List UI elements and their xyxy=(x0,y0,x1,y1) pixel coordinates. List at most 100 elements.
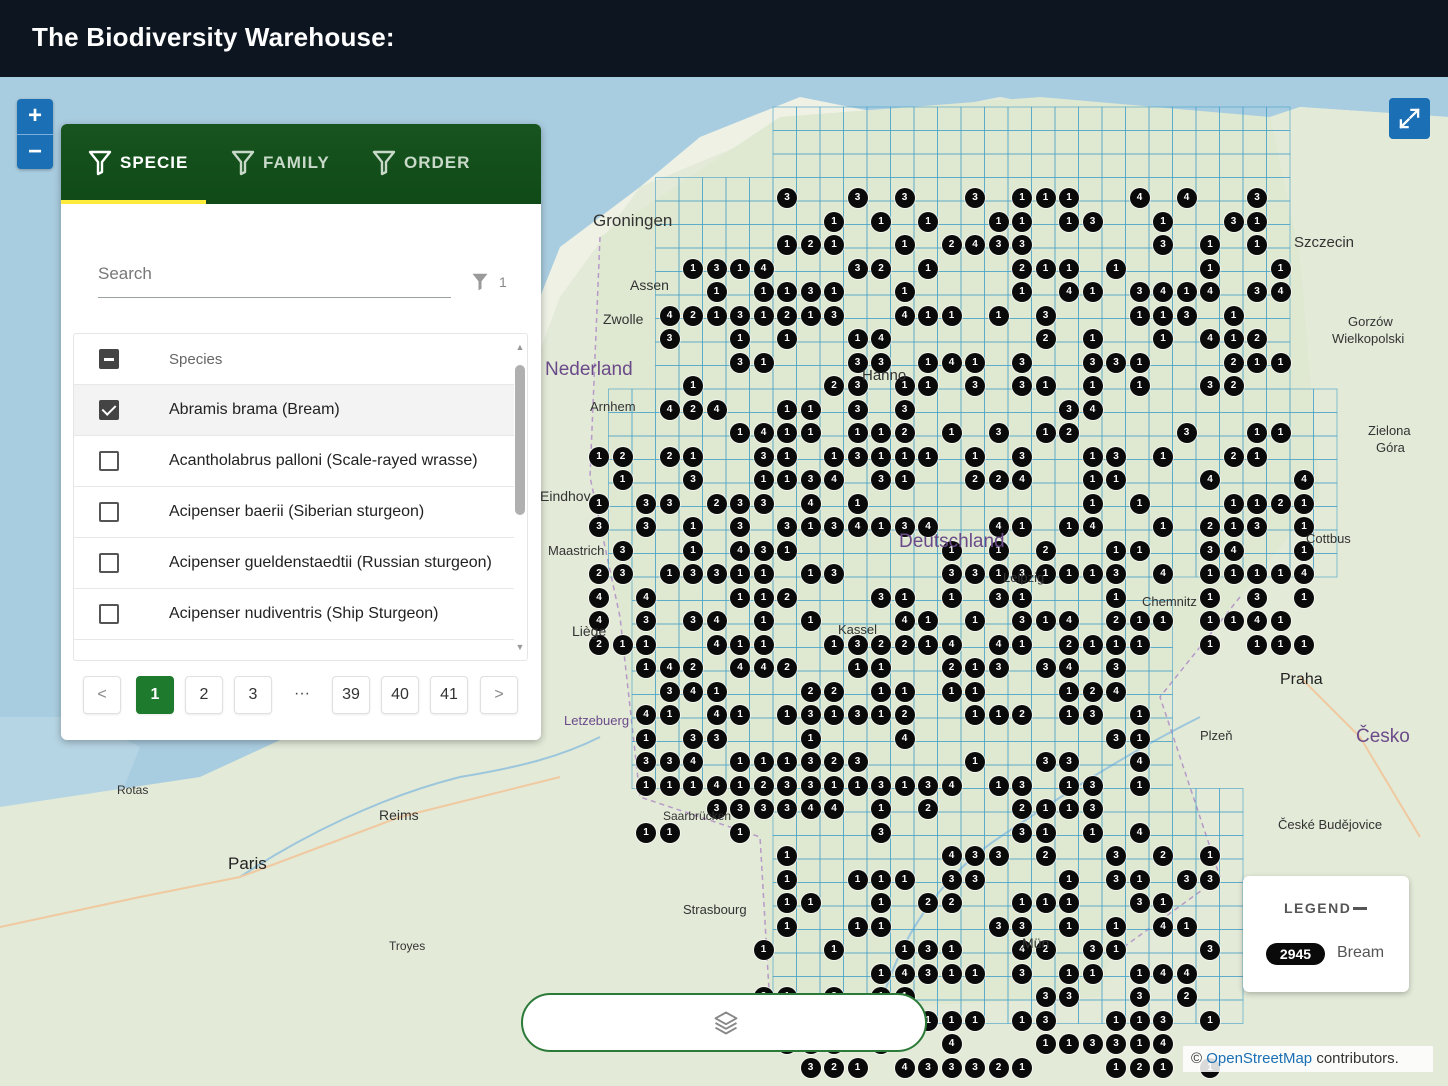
cluster-marker[interactable]: 1 xyxy=(777,540,797,561)
cluster-marker[interactable]: 1 xyxy=(894,940,915,960)
cluster-marker[interactable]: 4 xyxy=(1059,611,1079,631)
cluster-marker[interactable]: 1 xyxy=(683,376,703,396)
cluster-marker[interactable]: 1 xyxy=(1153,305,1173,326)
cluster-marker[interactable]: 3 xyxy=(777,799,797,819)
cluster-marker[interactable]: 1 xyxy=(988,775,1009,796)
cluster-marker[interactable]: 1 xyxy=(1082,446,1103,467)
cluster-marker[interactable]: 1 xyxy=(918,305,938,326)
cluster-marker[interactable]: 2 xyxy=(1247,329,1267,349)
cluster-marker[interactable]: 1 xyxy=(1153,517,1173,537)
cluster-marker[interactable]: 2 xyxy=(965,470,985,490)
cluster-marker[interactable]: 3 xyxy=(1153,235,1173,255)
cluster-marker[interactable]: 3 xyxy=(965,564,985,584)
cluster-marker[interactable]: 3 xyxy=(777,775,797,796)
cluster-marker[interactable]: 2 xyxy=(824,681,844,702)
cluster-marker[interactable]: 1 xyxy=(1059,893,1079,913)
list-item[interactable]: Acipenser baerii (Siberian sturgeon) xyxy=(74,487,514,538)
cluster-marker[interactable]: 4 xyxy=(894,963,915,984)
cluster-marker[interactable]: 2 xyxy=(1082,681,1103,702)
cluster-marker[interactable]: 3 xyxy=(683,470,703,490)
cluster-marker[interactable]: 1 xyxy=(683,446,703,467)
cluster-marker[interactable]: 1 xyxy=(1059,564,1079,584)
cluster-marker[interactable]: 1 xyxy=(1106,587,1126,608)
cluster-marker[interactable]: 2 xyxy=(777,587,797,608)
cluster-marker[interactable]: 2 xyxy=(1129,1057,1150,1078)
cluster-marker[interactable]: 1 xyxy=(730,587,750,608)
cluster-marker[interactable]: 4 xyxy=(824,470,844,490)
cluster-marker[interactable]: 2 xyxy=(777,658,797,678)
cluster-marker[interactable]: 3 xyxy=(1200,940,1220,960)
cluster-marker[interactable]: 3 xyxy=(847,634,868,655)
cluster-marker[interactable]: 1 xyxy=(753,305,774,326)
cluster-marker[interactable]: 1 xyxy=(1035,1034,1056,1054)
cluster-marker[interactable]: 1 xyxy=(683,258,703,279)
cluster-marker[interactable]: 1 xyxy=(965,1010,985,1031)
cluster-marker[interactable]: 1 xyxy=(1035,822,1056,843)
cluster-marker[interactable]: 2 xyxy=(894,634,915,655)
cluster-marker[interactable]: 3 xyxy=(777,517,797,537)
cluster-marker[interactable]: 4 xyxy=(941,634,962,655)
cluster-marker[interactable]: 1 xyxy=(824,705,844,725)
cluster-marker[interactable]: 1 xyxy=(824,634,844,655)
cluster-marker[interactable]: 1 xyxy=(659,775,680,796)
cluster-marker[interactable]: 1 xyxy=(1247,423,1267,443)
cluster-marker[interactable]: 1 xyxy=(1247,493,1267,514)
cluster-marker[interactable]: 4 xyxy=(753,423,774,443)
cluster-marker[interactable]: 1 xyxy=(847,916,868,937)
cluster-marker[interactable]: 1 xyxy=(636,822,656,843)
cluster-marker[interactable]: 1 xyxy=(918,446,938,467)
cluster-marker[interactable]: 1 xyxy=(918,611,938,631)
cluster-marker[interactable]: 1 xyxy=(1035,423,1056,443)
tab-order[interactable]: ORDER xyxy=(372,147,470,179)
cluster-marker[interactable]: 1 xyxy=(800,423,821,443)
cluster-marker[interactable]: 2 xyxy=(871,634,891,655)
cluster-marker[interactable]: 4 xyxy=(753,658,774,678)
cluster-marker[interactable]: 2 xyxy=(1223,446,1244,467)
cluster-marker[interactable]: 1 xyxy=(1106,916,1126,937)
cluster-marker[interactable]: 1 xyxy=(894,869,915,890)
cluster-marker[interactable]: 1 xyxy=(1129,352,1150,373)
cluster-marker[interactable]: 4 xyxy=(1153,564,1173,584)
cluster-marker[interactable]: 1 xyxy=(800,399,821,420)
cluster-marker[interactable]: 4 xyxy=(1129,752,1150,772)
cluster-marker[interactable]: 4 xyxy=(847,517,868,537)
cluster-marker[interactable]: 1 xyxy=(1082,470,1103,490)
cluster-marker[interactable]: 1 xyxy=(777,423,797,443)
cluster-marker[interactable]: 3 xyxy=(824,564,844,584)
cluster-marker[interactable]: 3 xyxy=(659,329,680,349)
cluster-marker[interactable]: 2 xyxy=(894,423,915,443)
cluster-marker[interactable]: 3 xyxy=(753,799,774,819)
cluster-marker[interactable]: 3 xyxy=(1200,540,1220,561)
cluster-marker[interactable]: 2 xyxy=(988,1057,1009,1078)
cluster-marker[interactable]: 1 xyxy=(965,705,985,725)
cluster-marker[interactable]: 1 xyxy=(894,446,915,467)
tab-specie[interactable]: SPECIE xyxy=(88,147,188,179)
cluster-marker[interactable]: 1 xyxy=(965,658,985,678)
cluster-marker[interactable]: 4 xyxy=(1294,564,1314,584)
cluster-marker[interactable]: 2 xyxy=(1270,493,1291,514)
cluster-marker[interactable]: 3 xyxy=(683,611,703,631)
cluster-marker[interactable]: 3 xyxy=(800,282,821,302)
cluster-marker[interactable]: 1 xyxy=(612,634,633,655)
cluster-marker[interactable]: 3 xyxy=(1059,399,1079,420)
cluster-marker[interactable]: 1 xyxy=(706,681,727,702)
prev-page-button[interactable]: < xyxy=(83,676,121,714)
cluster-marker[interactable]: 1 xyxy=(589,446,609,467)
cluster-marker[interactable]: 1 xyxy=(1082,376,1103,396)
cluster-marker[interactable]: 1 xyxy=(1270,258,1291,279)
cluster-marker[interactable]: 1 xyxy=(1223,329,1244,349)
legend-collapse-icon[interactable] xyxy=(1353,907,1367,910)
cluster-marker[interactable]: 2 xyxy=(988,470,1009,490)
cluster-marker[interactable]: 2 xyxy=(918,893,938,913)
cluster-marker[interactable]: 4 xyxy=(706,634,727,655)
cluster-marker[interactable]: 4 xyxy=(965,235,985,255)
cluster-marker[interactable]: 2 xyxy=(1059,423,1079,443)
cluster-marker[interactable]: 4 xyxy=(683,681,703,702)
cluster-marker[interactable]: 2 xyxy=(800,235,821,255)
cluster-marker[interactable]: 1 xyxy=(1247,564,1267,584)
cluster-marker[interactable]: 1 xyxy=(1153,329,1173,349)
cluster-marker[interactable]: 3 xyxy=(706,728,727,749)
cluster-marker[interactable]: 4 xyxy=(683,752,703,772)
cluster-marker[interactable]: 1 xyxy=(1129,728,1150,749)
cluster-marker[interactable]: 3 xyxy=(753,493,774,514)
